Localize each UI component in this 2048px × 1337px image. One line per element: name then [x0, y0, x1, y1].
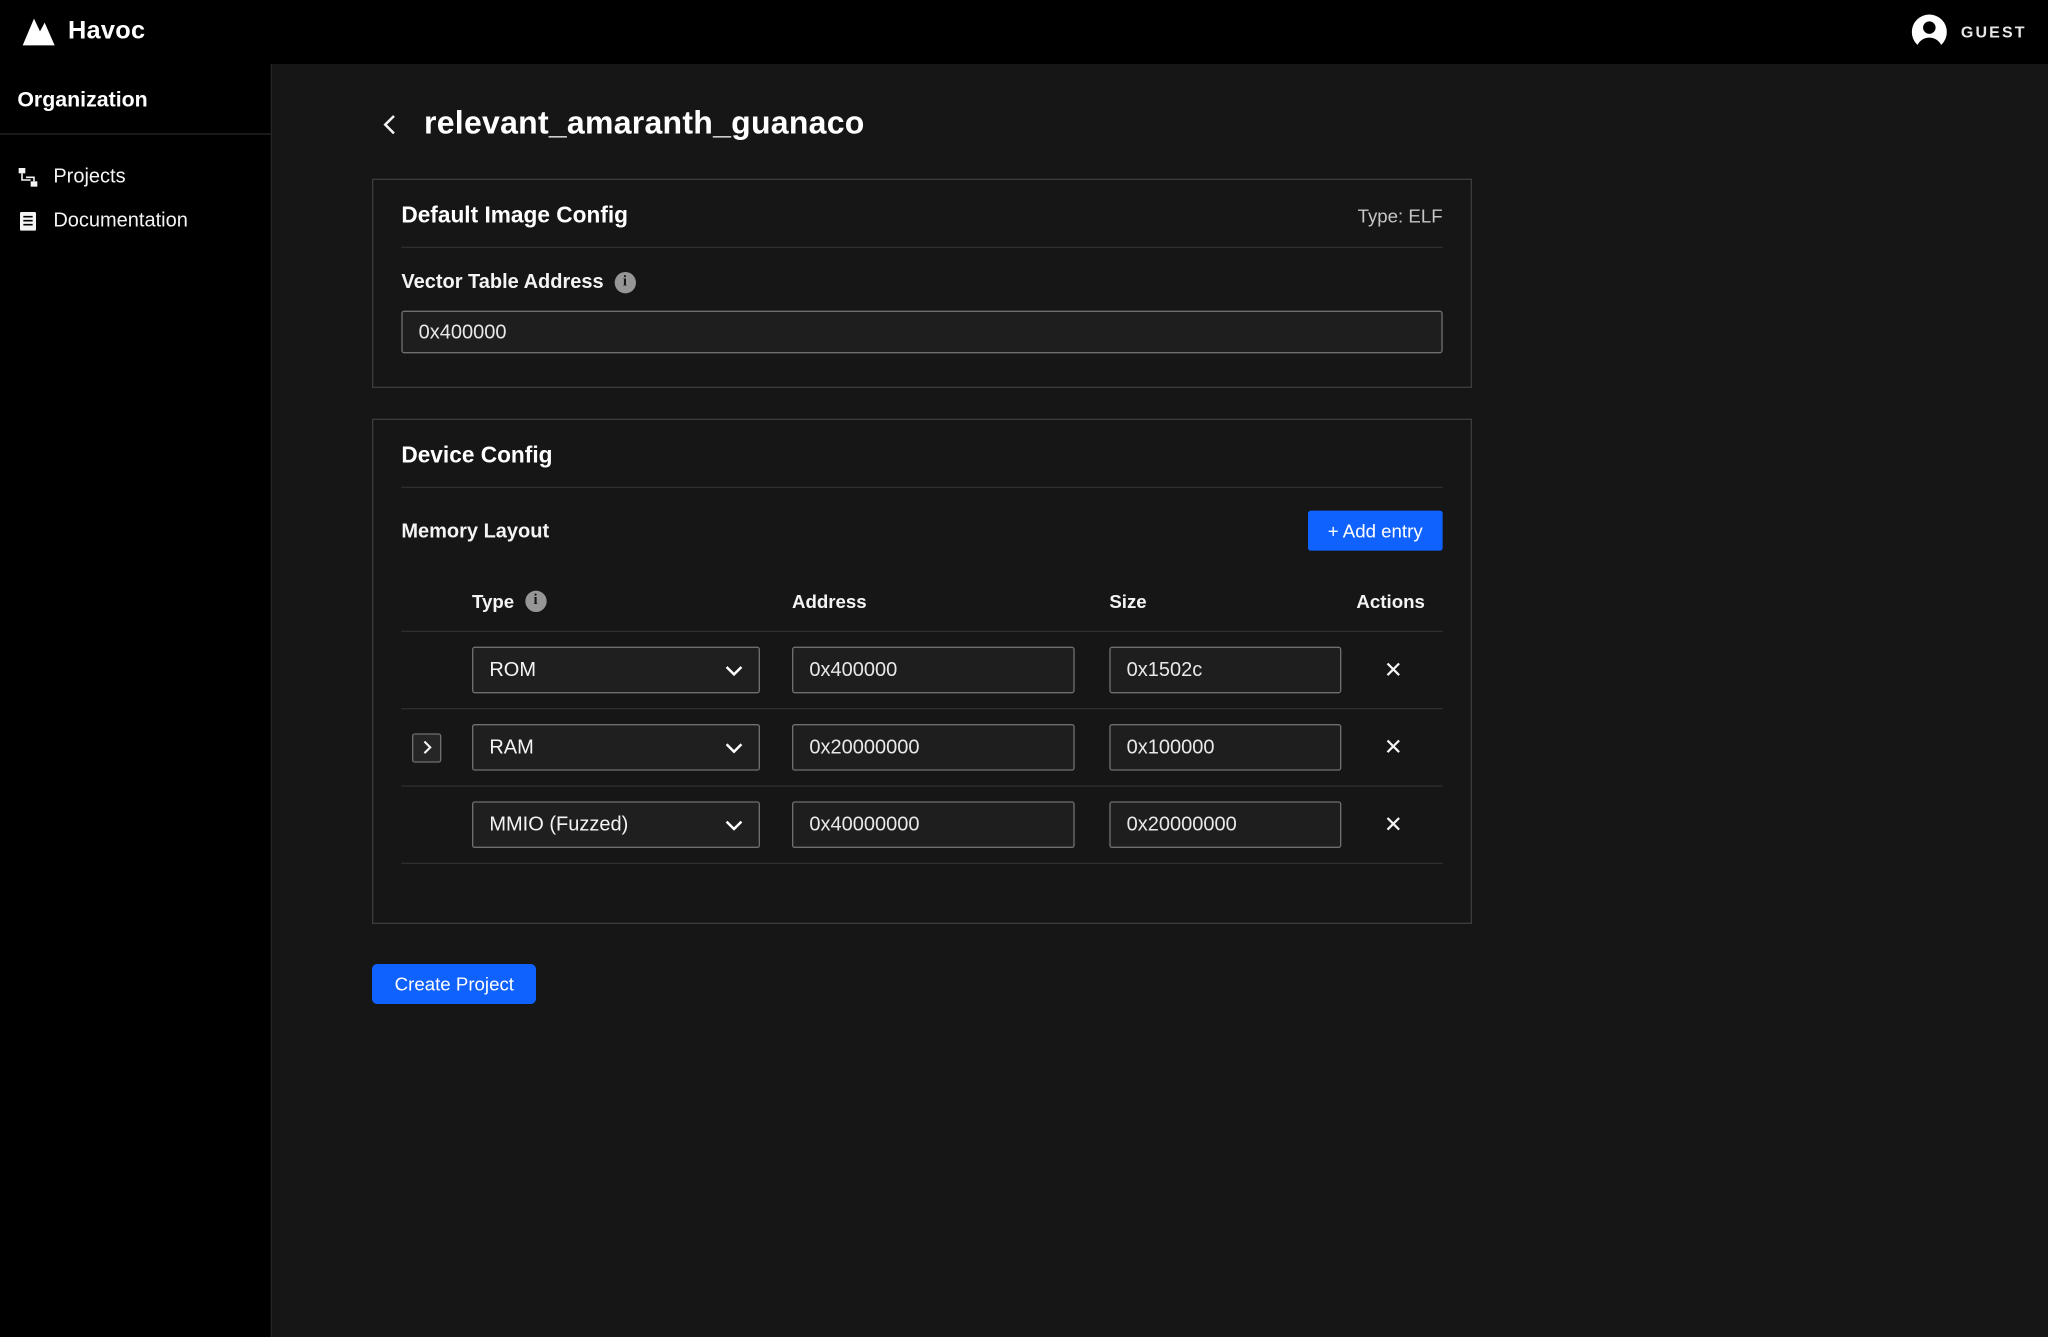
- info-icon[interactable]: i: [614, 271, 635, 292]
- chevron-left-icon: [377, 111, 402, 136]
- sidebar-nav: Projects Documentation: [0, 135, 271, 263]
- close-icon: ✕: [1384, 811, 1403, 836]
- memory-row: RAM ✕: [401, 709, 1442, 786]
- havoc-logo-icon: [21, 17, 56, 46]
- table-tail-spacer: [401, 864, 1442, 923]
- memory-layout-table: Type i Address Size Actions ROM: [401, 571, 1442, 923]
- topbar: Havoc GUEST: [0, 0, 2048, 64]
- chevron-right-icon: [422, 740, 431, 755]
- main-content: relevant_amaranth_guanaco Default Image …: [272, 64, 2048, 1337]
- sidebar-item-label: Projects: [53, 165, 125, 188]
- address-input[interactable]: [792, 801, 1075, 848]
- documentation-icon: [17, 210, 38, 231]
- memory-row: MMIO (Fuzzed) ✕: [401, 787, 1442, 864]
- user-label: GUEST: [1961, 23, 2027, 42]
- expand-row-button[interactable]: [412, 733, 441, 762]
- sidebar-section-title: Organization: [0, 64, 271, 133]
- address-input[interactable]: [792, 647, 1075, 694]
- col-header-address: Address: [792, 590, 1109, 611]
- memory-layout-row: Memory Layout + Add entry: [373, 488, 1470, 571]
- table-header: Type i Address Size Actions: [401, 571, 1442, 632]
- sidebar-item-projects[interactable]: Projects: [0, 155, 271, 199]
- vector-table-address-input[interactable]: [401, 311, 1442, 354]
- memory-layout-label: Memory Layout: [401, 519, 549, 542]
- app-root: Havoc GUEST Organization: [0, 0, 2048, 1337]
- card-head: Device Config: [373, 420, 1470, 487]
- size-input[interactable]: [1109, 801, 1341, 848]
- default-image-config-card: Default Image Config Type: ELF Vector Ta…: [372, 179, 1472, 388]
- type-select-value: RAM: [489, 736, 533, 759]
- card-head: Default Image Config Type: ELF: [373, 180, 1470, 247]
- brand-title: Havoc: [68, 17, 145, 46]
- user-menu-button[interactable]: GUEST: [1909, 12, 2027, 52]
- device-config-title: Device Config: [401, 443, 552, 470]
- chevron-down-icon: [725, 742, 742, 753]
- type-select[interactable]: ROM: [472, 647, 760, 694]
- type-select[interactable]: RAM: [472, 724, 760, 771]
- type-select[interactable]: MMIO (Fuzzed): [472, 801, 760, 848]
- col-header-size: Size: [1109, 590, 1338, 611]
- col-header-type: Type i: [472, 590, 792, 611]
- device-config-card: Device Config Memory Layout + Add entry …: [372, 419, 1472, 924]
- size-input[interactable]: [1109, 724, 1341, 771]
- close-icon: ✕: [1384, 734, 1403, 759]
- user-avatar-icon: [1909, 12, 1949, 52]
- col-header-actions: Actions: [1339, 590, 1443, 611]
- projects-icon: [17, 166, 38, 187]
- page-head: relevant_amaranth_guanaco: [372, 100, 2048, 148]
- col-header-type-label: Type: [472, 590, 514, 611]
- page-title: relevant_amaranth_guanaco: [424, 105, 865, 142]
- delete-row-button[interactable]: ✕: [1341, 811, 1445, 838]
- add-entry-button[interactable]: + Add entry: [1308, 511, 1443, 551]
- create-project-button[interactable]: Create Project: [372, 964, 537, 1004]
- delete-row-button[interactable]: ✕: [1341, 734, 1445, 761]
- delete-row-button[interactable]: ✕: [1341, 657, 1445, 684]
- address-input[interactable]: [792, 724, 1075, 771]
- type-select-value: ROM: [489, 659, 536, 682]
- default-image-config-title: Default Image Config: [401, 203, 628, 230]
- chevron-down-icon: [725, 819, 742, 830]
- vector-table-address-field-label: Vector Table Address i: [401, 271, 1442, 294]
- card-body: Vector Table Address i: [373, 248, 1470, 387]
- chevron-down-icon: [725, 665, 742, 676]
- image-type-label: Type: ELF: [1358, 205, 1443, 226]
- brand-home-link[interactable]: Havoc: [21, 17, 145, 46]
- memory-row: ROM ✕: [401, 632, 1442, 709]
- sidebar: Organization Projects: [0, 64, 272, 1337]
- size-input[interactable]: [1109, 647, 1341, 694]
- sidebar-item-label: Documentation: [53, 209, 188, 232]
- back-button[interactable]: [372, 107, 407, 142]
- sidebar-item-documentation[interactable]: Documentation: [0, 199, 271, 243]
- close-icon: ✕: [1384, 657, 1403, 682]
- type-select-value: MMIO (Fuzzed): [489, 813, 628, 836]
- type-info-icon[interactable]: i: [525, 590, 546, 611]
- vector-table-address-label: Vector Table Address: [401, 271, 603, 294]
